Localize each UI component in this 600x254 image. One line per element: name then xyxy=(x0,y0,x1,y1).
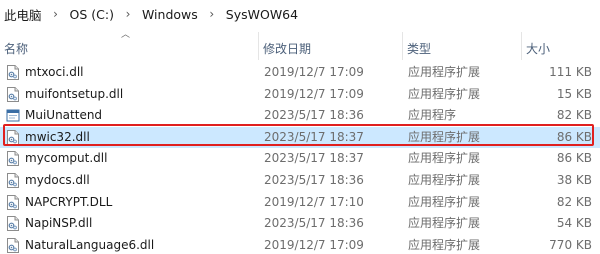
file-type: 应用程序扩展 xyxy=(408,216,481,231)
file-size: 38 KB xyxy=(556,173,592,187)
file-size: 82 KB xyxy=(556,108,592,123)
column-header-date[interactable]: 修改日期 xyxy=(259,30,402,62)
file-row[interactable]: muifontsetup.dll 2019/12/7 17:09 应用程序扩展 15 … xyxy=(0,84,600,105)
file-name: NaturalLanguage6.dll xyxy=(25,237,155,252)
breadcrumb: 此电脑 › OS (C:) › Windows › SysWOW64 xyxy=(0,0,600,28)
file-row[interactable]: mycomput.dll 2023/5/17 18:37 应用程序扩展 86 KB xyxy=(0,148,600,169)
file-size: 86 KB xyxy=(556,129,592,144)
file-modified-date: 2023/5/17 18:36 xyxy=(264,173,364,187)
file-size: 54 KB xyxy=(556,216,592,231)
file-row[interactable]: NapiNSP.dll 2023/5/17 18:36 应用程序扩展 54 KB xyxy=(0,213,600,234)
file-name: muifontsetup.dll xyxy=(25,86,124,101)
file-modified-date: 2023/5/17 18:36 xyxy=(264,108,364,123)
file-name: mwic32.dll xyxy=(25,129,90,144)
file-size: 15 KB xyxy=(556,86,592,101)
file-name: NAPCRYPT.DLL xyxy=(25,194,113,209)
file-row[interactable]: NaturalLanguage6.dll 2019/12/7 17:09 应用程序扩… xyxy=(0,235,600,254)
file-name: mydocs.dll xyxy=(25,173,90,187)
dll-file-icon xyxy=(6,173,20,188)
file-type: 应用程序扩展 xyxy=(408,86,481,101)
chevron-right-icon[interactable]: › xyxy=(116,7,140,21)
chevron-right-icon[interactable]: › xyxy=(44,7,68,21)
file-row[interactable]: NAPCRYPT.DLL 2019/12/7 17:10 应用程序扩展 82 KB xyxy=(0,192,600,213)
file-row[interactable]: mwic32.dll 2023/5/17 18:37 应用程序扩展 86 KB xyxy=(0,126,600,148)
dll-file-icon xyxy=(6,237,20,253)
file-type: 应用程序扩展 xyxy=(408,65,481,79)
file-modified-date: 2019/12/7 17:09 xyxy=(264,237,364,252)
dll-file-icon xyxy=(6,194,20,210)
file-row[interactable]: mydocs.dll 2023/5/17 18:36 应用程序扩展 38 KB xyxy=(0,170,600,191)
dll-file-icon xyxy=(6,65,20,80)
breadcrumb-syswow64[interactable]: SysWOW64 xyxy=(224,7,300,22)
application-icon xyxy=(6,108,20,123)
file-explorer-window: 此电脑 › OS (C:) › Windows › SysWOW64 ︿ 名称 … xyxy=(0,0,600,254)
file-modified-date: 2019/12/7 17:09 xyxy=(264,65,364,79)
file-modified-date: 2023/5/17 18:37 xyxy=(264,151,364,166)
file-name: mtxoci.dll xyxy=(25,65,84,79)
file-row[interactable]: MuiUnattend 2023/5/17 18:36 应用程序 82 KB xyxy=(0,105,600,126)
file-type: 应用程序扩展 xyxy=(408,151,481,166)
file-name: mycomput.dll xyxy=(25,151,108,166)
file-type: 应用程序扩展 xyxy=(408,194,481,209)
file-type: 应用程序 xyxy=(408,108,457,123)
file-size: 82 KB xyxy=(556,194,592,209)
file-size: 111 KB xyxy=(549,65,592,79)
file-name: MuiUnattend xyxy=(25,108,103,123)
dll-file-icon xyxy=(6,86,20,102)
file-modified-date: 2023/5/17 18:36 xyxy=(264,216,364,231)
file-modified-date: 2019/12/7 17:09 xyxy=(264,86,364,101)
breadcrumb-os-c[interactable]: OS (C:) xyxy=(68,7,116,22)
breadcrumb-windows[interactable]: Windows xyxy=(140,7,200,22)
dll-file-icon xyxy=(6,216,20,232)
column-header-name[interactable]: 名称 xyxy=(0,30,258,62)
dll-file-icon xyxy=(6,151,20,167)
chevron-right-icon[interactable]: › xyxy=(200,7,224,21)
breadcrumb-this-pc[interactable]: 此电脑 xyxy=(2,5,44,24)
column-header-type[interactable]: 类型 xyxy=(403,30,521,62)
column-header-size[interactable]: 大小 xyxy=(522,30,600,62)
file-modified-date: 2023/5/17 18:37 xyxy=(264,129,364,144)
file-modified-date: 2019/12/7 17:10 xyxy=(264,194,364,209)
file-type: 应用程序扩展 xyxy=(408,173,481,187)
file-name: NapiNSP.dll xyxy=(25,216,93,231)
dll-file-icon xyxy=(6,129,20,145)
file-row[interactable]: mtxoci.dll 2019/12/7 17:09 应用程序扩展 111 KB xyxy=(0,62,600,83)
file-size: 770 KB xyxy=(549,237,592,252)
column-header: ︿ 名称 修改日期 类型 大小 xyxy=(0,30,600,62)
file-type: 应用程序扩展 xyxy=(408,129,481,144)
file-size: 86 KB xyxy=(556,151,592,166)
file-type: 应用程序扩展 xyxy=(408,237,481,252)
